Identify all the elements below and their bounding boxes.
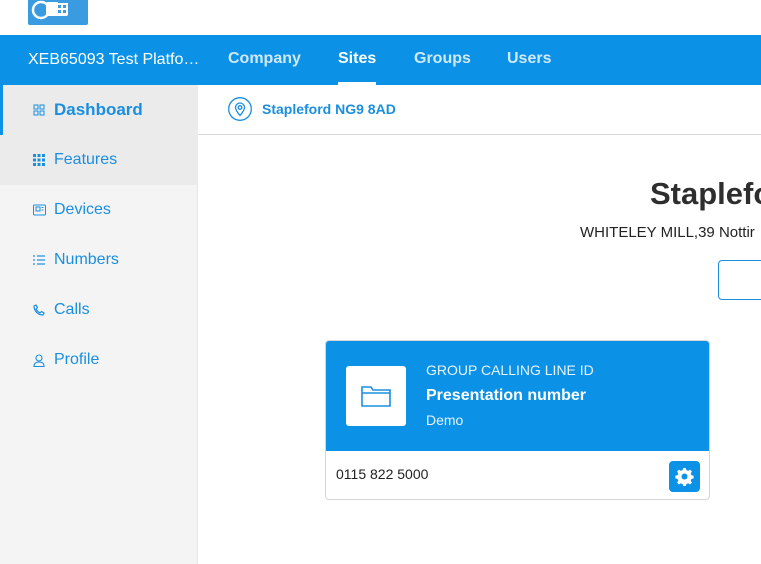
grid-icon [32, 103, 46, 117]
sidebar-item-features[interactable]: Features [0, 135, 198, 185]
feature-card: GROUP CALLING LINE ID Presentation numbe… [325, 340, 710, 500]
sidebar-item-label: Profile [54, 351, 100, 368]
breadcrumb: Stapleford NG9 8AD [198, 85, 761, 135]
device-icon [32, 203, 46, 217]
gear-icon [675, 467, 694, 486]
sidebar-item-numbers[interactable]: Numbers [0, 235, 198, 285]
sidebar-item-profile[interactable]: Profile [0, 335, 198, 385]
dots-grid-icon [32, 153, 46, 167]
sidebar-item-label: Calls [54, 301, 90, 318]
sidebar-item-label: Numbers [54, 251, 119, 268]
site-address: WHITELEY MILL,39 Nottir [580, 224, 755, 241]
sidebar-item-label: Features [54, 151, 118, 168]
platform-name[interactable]: XEB65093 Test Platfo… [28, 51, 200, 69]
card-number: 0115 822 5000 [336, 466, 429, 482]
tab-users[interactable]: Users [507, 50, 551, 85]
user-icon [32, 353, 46, 367]
breadcrumb-location[interactable]: Stapleford NG9 8AD [262, 101, 396, 117]
folder-icon [361, 386, 391, 407]
sidebar-item-devices[interactable]: Devices [0, 185, 198, 235]
settings-button[interactable] [669, 461, 700, 492]
tab-sites[interactable]: Sites [338, 50, 377, 85]
sidebar-item-label: Dashboard [54, 100, 143, 119]
card-title: Presentation number [426, 387, 587, 404]
top-bar [0, 0, 761, 35]
phone-icon [32, 303, 46, 317]
tab-groups[interactable]: Groups [414, 50, 471, 85]
app-logo[interactable] [28, 0, 88, 25]
location-pin-icon [228, 97, 252, 121]
card-header: GROUP CALLING LINE ID Presentation numbe… [326, 341, 709, 451]
main-navbar: XEB65093 Test Platfo… Company Sites Grou… [0, 35, 761, 85]
sidebar: Dashboard Features Devices Numbers Calls… [0, 85, 198, 564]
site-title: Staplefo [650, 176, 761, 211]
sidebar-item-calls[interactable]: Calls [0, 285, 198, 335]
card-label: GROUP CALLING LINE ID [426, 362, 594, 378]
tab-company[interactable]: Company [228, 50, 301, 85]
site-action-button[interactable] [718, 260, 761, 300]
sidebar-item-label: Devices [54, 201, 111, 218]
card-subtitle: Demo [426, 412, 464, 428]
sidebar-item-dashboard[interactable]: Dashboard [0, 85, 198, 135]
card-icon-tile [346, 366, 406, 426]
list-icon [32, 253, 46, 267]
